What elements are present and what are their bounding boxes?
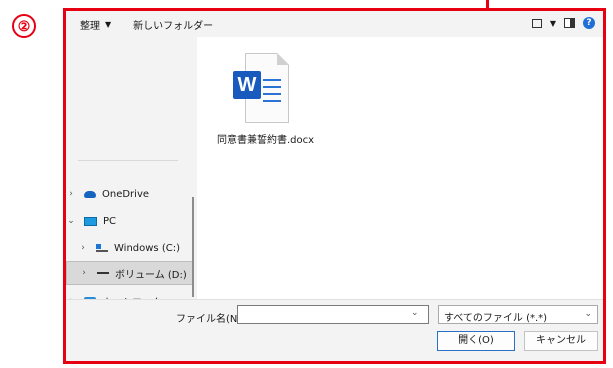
- file-item[interactable]: W 同意書兼誓約書.docx: [217, 51, 315, 146]
- filename-label: ファイル名(N):: [176, 314, 245, 325]
- nav-item-pc[interactable]: ⌄ PC: [66, 209, 193, 233]
- chevron-down-icon: ⌄: [584, 309, 592, 319]
- nav-separator: [78, 160, 178, 161]
- nav-item-label: ボリューム (D:): [115, 269, 187, 281]
- nav-item-label: OneDrive: [102, 188, 150, 200]
- preview-pane-icon[interactable]: [564, 18, 575, 28]
- filetype-select[interactable]: すべてのファイル (*.*) ⌄: [438, 305, 598, 324]
- navigation-pane: › OneDrive ⌄ PC › Windows (C:) › ボリューム (…: [66, 37, 196, 309]
- organize-label: 整理: [80, 20, 100, 32]
- word-document-icon: W: [231, 51, 293, 127]
- volume-icon: [97, 272, 109, 274]
- filename-dropdown-icon[interactable]: ⌄: [411, 308, 419, 318]
- view-options-icon[interactable]: [531, 18, 542, 28]
- organize-menu-button[interactable]: 整理 ▼: [80, 17, 111, 32]
- view-caret-down-icon[interactable]: ▼: [550, 19, 556, 28]
- chevron-down-icon[interactable]: ⌄: [66, 216, 76, 226]
- filename-input[interactable]: [237, 305, 429, 324]
- chevron-right-icon[interactable]: ›: [78, 243, 88, 253]
- step-number-badge: ②: [12, 14, 36, 38]
- nav-item-windows-c[interactable]: › Windows (C:): [66, 236, 205, 260]
- open-button[interactable]: 開く(O): [437, 331, 515, 351]
- nav-item-onedrive[interactable]: › OneDrive: [66, 182, 193, 206]
- file-list: W 同意書兼誓約書.docx: [197, 37, 603, 299]
- word-badge: W: [233, 71, 261, 99]
- nav-item-label: PC: [103, 215, 117, 227]
- pc-icon: [84, 216, 97, 226]
- toolbar: 整理 ▼ 新しいフォルダー ▼ ?: [66, 11, 603, 37]
- nav-item-volume-d[interactable]: › ボリューム (D:): [66, 261, 193, 285]
- open-file-dialog: 整理 ▼ 新しいフォルダー ▼ ? › OneDrive ⌄ PC › Wind…: [63, 8, 606, 364]
- drive-icon: [96, 244, 108, 252]
- cloud-icon: [84, 190, 96, 198]
- document-lines: [263, 79, 281, 107]
- help-icon[interactable]: ?: [583, 17, 595, 29]
- nav-item-label: Windows (C:): [114, 242, 180, 254]
- cancel-button[interactable]: キャンセル: [524, 331, 598, 351]
- chevron-right-icon[interactable]: ›: [66, 189, 76, 199]
- toolbar-right: ▼ ?: [531, 17, 595, 29]
- nav-scrollbar[interactable]: [192, 197, 194, 297]
- new-folder-button[interactable]: 新しいフォルダー: [133, 17, 213, 32]
- caret-down-icon: ▼: [105, 19, 112, 29]
- file-name: 同意書兼誓約書.docx: [217, 135, 315, 146]
- filetype-value: すべてのファイル (*.*): [444, 313, 548, 324]
- dialog-footer: ファイル名(N): ⌄ すべてのファイル (*.*) ⌄ 開く(O) キャンセル: [66, 299, 603, 361]
- chevron-right-icon[interactable]: ›: [79, 268, 89, 278]
